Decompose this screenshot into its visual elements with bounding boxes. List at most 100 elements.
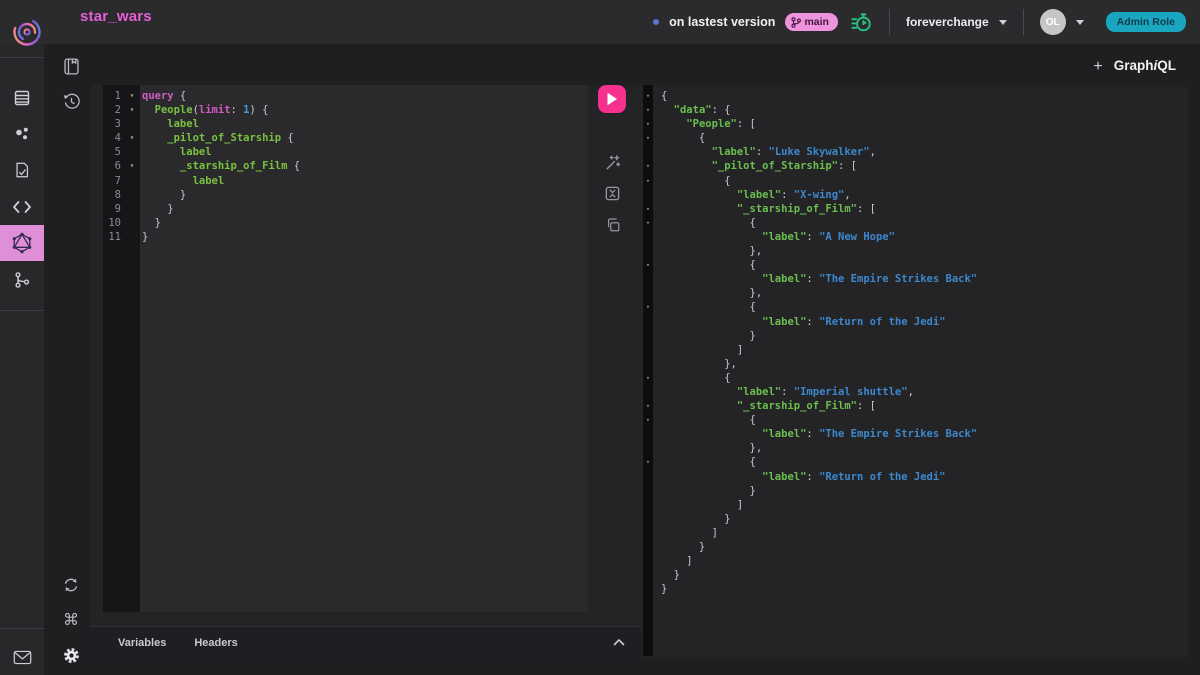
code-line: "label": "Return of the Jedi" xyxy=(643,315,1188,329)
fold-toggle-icon[interactable]: ▾ xyxy=(643,399,653,413)
execute-query-button[interactable] xyxy=(598,85,626,113)
fold-toggle-icon[interactable]: ▾ xyxy=(643,455,653,469)
fold-spacer xyxy=(643,315,653,329)
line-number: 5 xyxy=(103,145,124,159)
code-line: ▾ { xyxy=(643,131,1188,145)
fold-spacer xyxy=(124,145,140,159)
timer-icon[interactable] xyxy=(850,11,873,34)
code-line: 10 } xyxy=(103,216,588,230)
code-line: ] xyxy=(643,343,1188,357)
sidebar-divider xyxy=(0,57,44,58)
fold-toggle-icon[interactable]: ▾ xyxy=(643,117,653,131)
response-viewer[interactable]: ▾{▾ "data": {▾ "People": [▾ { "label": "… xyxy=(643,89,1188,596)
avatar[interactable]: OL xyxy=(1040,9,1066,35)
code-line: "label": "Imperial shuttle", xyxy=(643,385,1188,399)
sidebar-item-branches[interactable] xyxy=(0,262,44,298)
query-editor[interactable]: 1▾query {2▾ People(limit: 1) {3 label4▾ … xyxy=(103,85,588,612)
line-number: 2 xyxy=(103,103,124,117)
fold-toggle-icon[interactable]: ▾ xyxy=(643,300,653,314)
sidebar-item-relations[interactable] xyxy=(0,116,44,152)
fold-spacer xyxy=(124,216,140,230)
tab-headers[interactable]: Headers xyxy=(194,637,237,649)
table-list-icon xyxy=(13,89,31,107)
fold-toggle-icon[interactable]: ▾ xyxy=(643,131,653,145)
sidebar-item-tables[interactable] xyxy=(0,80,44,116)
code-line: ] xyxy=(643,498,1188,512)
org-dropdown-label[interactable]: foreverchange xyxy=(906,15,989,29)
code-line: "label": "The Empire Strikes Back" xyxy=(643,427,1188,441)
fold-toggle-icon[interactable]: ▾ xyxy=(643,89,653,103)
prettify-wand-icon xyxy=(604,154,621,171)
fold-toggle-icon[interactable]: ▾ xyxy=(124,159,140,173)
fold-spacer xyxy=(643,554,653,568)
tab-variables[interactable]: Variables xyxy=(118,637,166,649)
code-line: ] xyxy=(643,554,1188,568)
line-number: 7 xyxy=(103,174,124,188)
code-line: "label": "Luke Skywalker", xyxy=(643,145,1188,159)
line-number: 11 xyxy=(103,230,124,244)
fold-toggle-icon[interactable]: ▾ xyxy=(643,413,653,427)
code-icon xyxy=(12,200,32,214)
code-line: ▾ "data": { xyxy=(643,103,1188,117)
shortcuts-button[interactable]: ⌘ xyxy=(57,606,85,634)
fold-toggle-icon[interactable]: ▾ xyxy=(643,159,653,173)
fold-spacer xyxy=(124,230,140,244)
fold-toggle-icon[interactable]: ▾ xyxy=(124,89,140,103)
merge-fragments-button[interactable] xyxy=(604,185,621,202)
sidebar-item-schema[interactable] xyxy=(0,152,44,188)
branch-badge: main xyxy=(785,13,838,31)
shortcut-keys-icon: ⌘ xyxy=(63,610,79,630)
fold-spacer xyxy=(124,117,140,131)
fold-spacer xyxy=(643,286,653,300)
fold-toggle-icon[interactable]: ▾ xyxy=(643,216,653,230)
docs-button[interactable] xyxy=(57,52,85,80)
line-number: 3 xyxy=(103,117,124,131)
sidebar-item-lambda-code[interactable] xyxy=(0,189,44,225)
code-line: } xyxy=(643,568,1188,582)
sidebar-item-graphql[interactable] xyxy=(0,225,44,261)
status-dot xyxy=(653,19,659,25)
copy-query-button[interactable] xyxy=(604,216,621,233)
fold-toggle-icon[interactable]: ▾ xyxy=(643,202,653,216)
fold-toggle-icon[interactable]: ▾ xyxy=(124,103,140,117)
refresh-schema-button[interactable] xyxy=(57,571,85,599)
sidebar-divider xyxy=(0,310,44,311)
fold-spacer xyxy=(643,540,653,554)
role-badge: Admin Role xyxy=(1106,12,1186,32)
collapse-editor-tools-button[interactable] xyxy=(613,638,625,648)
code-line: ▾{ xyxy=(643,89,1188,103)
fold-spacer xyxy=(643,427,653,441)
page-title: star_wars xyxy=(80,8,152,25)
line-number: 4 xyxy=(103,131,124,145)
header-divider xyxy=(1023,9,1024,35)
fold-toggle-icon[interactable]: ▾ xyxy=(643,371,653,385)
fold-toggle-icon[interactable]: ▾ xyxy=(643,258,653,272)
graphql-icon xyxy=(11,232,33,254)
fold-toggle-icon[interactable]: ▾ xyxy=(124,131,140,145)
code-line: 7 label xyxy=(103,174,588,188)
sidebar-item-feedback[interactable] xyxy=(0,639,44,675)
code-line: }, xyxy=(643,244,1188,258)
org-caret-down-icon[interactable] xyxy=(999,20,1007,25)
code-line: ▾ "_starship_of_Film": [ xyxy=(643,399,1188,413)
fold-spacer xyxy=(643,484,653,498)
add-tab-button[interactable]: + xyxy=(1088,57,1108,77)
sidebar-divider xyxy=(0,628,44,629)
history-button[interactable] xyxy=(57,87,85,115)
code-line: "label": "A New Hope" xyxy=(643,230,1188,244)
logo-spiral-icon[interactable] xyxy=(11,16,43,48)
chevron-up-icon xyxy=(613,638,625,646)
graphiql-panel: ⌘ + GraphiQL 1▾query {2▾ People(limit: 1… xyxy=(44,44,1200,675)
code-line: 3 label xyxy=(103,117,588,131)
settings-button[interactable] xyxy=(57,641,85,669)
fold-spacer xyxy=(124,188,140,202)
fold-toggle-icon[interactable]: ▾ xyxy=(643,103,653,117)
fold-spacer xyxy=(643,188,653,202)
git-branch-icon xyxy=(791,17,801,28)
settings-gear-icon xyxy=(62,646,81,665)
fold-toggle-icon[interactable]: ▾ xyxy=(643,174,653,188)
avatar-caret-down-icon[interactable] xyxy=(1076,20,1084,25)
code-line: ▾ { xyxy=(643,413,1188,427)
prettify-button[interactable] xyxy=(604,154,621,171)
fold-spacer xyxy=(643,244,653,258)
